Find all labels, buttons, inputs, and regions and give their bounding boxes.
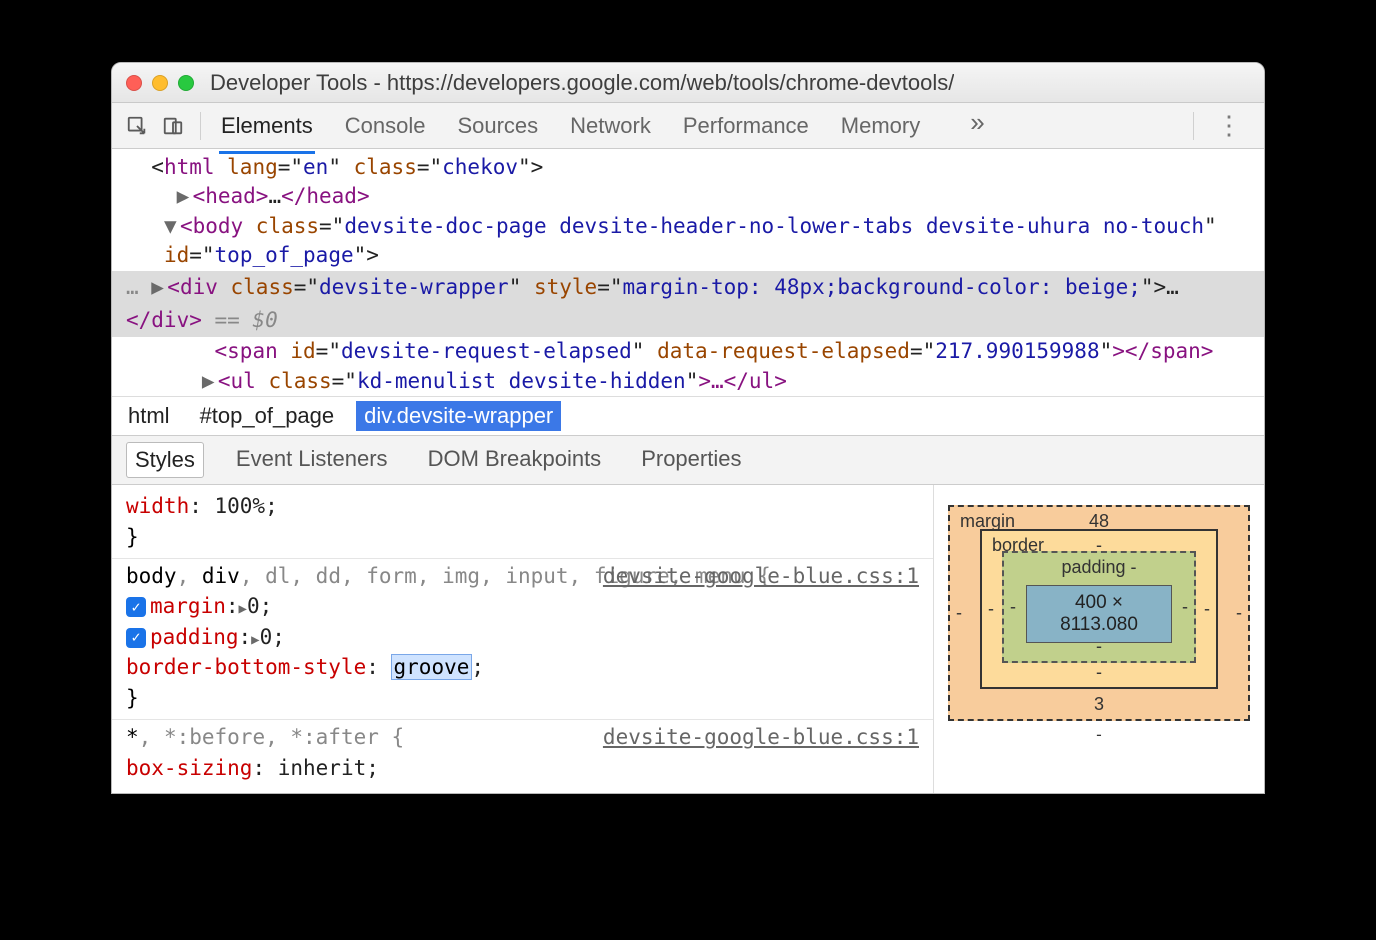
- expand-icon[interactable]: ▶: [151, 273, 167, 302]
- tab-performance[interactable]: Performance: [683, 107, 809, 145]
- devtools-window: Developer Tools - https://developers.goo…: [111, 62, 1265, 794]
- dom-node-selected[interactable]: … ▶<div class="devsite-wrapper" style="m…: [112, 271, 1264, 304]
- border-left-value[interactable]: -: [988, 599, 994, 620]
- window-title: Developer Tools - https://developers.goo…: [210, 70, 954, 96]
- sidebar-tabs: Styles Event Listeners DOM Breakpoints P…: [112, 435, 1264, 485]
- box-model-content[interactable]: 400 × 8113.080: [1026, 585, 1172, 643]
- subtab-event-listeners[interactable]: Event Listeners: [228, 442, 396, 478]
- crumb-html[interactable]: html: [120, 401, 178, 431]
- tab-network[interactable]: Network: [570, 107, 651, 145]
- source-link[interactable]: devsite-google-blue.css:1: [603, 722, 919, 752]
- border-right-value[interactable]: -: [1204, 599, 1210, 620]
- collapse-icon[interactable]: ▼: [164, 212, 180, 241]
- padding-bottom-value[interactable]: -: [1096, 636, 1102, 657]
- margin-left-value[interactable]: -: [956, 603, 962, 624]
- margin-bottom-value[interactable]: 3: [1094, 694, 1104, 715]
- border-bottom-value[interactable]: -: [1096, 662, 1102, 683]
- window-controls: [126, 75, 194, 91]
- expand-icon[interactable]: ▶: [239, 599, 247, 619]
- tab-memory[interactable]: Memory: [841, 107, 920, 145]
- style-rule[interactable]: width: 100%; }: [112, 489, 933, 559]
- styles-rules[interactable]: width: 100%; } devsite-google-blue.css:1…: [112, 485, 934, 793]
- box-model[interactable]: margin 48 - - 3 border - - - - padding -…: [934, 485, 1264, 793]
- toolbar-divider: [200, 112, 201, 140]
- panel-tabs: Elements Console Sources Network Perform…: [221, 107, 985, 145]
- minimize-icon[interactable]: [152, 75, 168, 91]
- expand-icon[interactable]: ▶: [177, 182, 193, 211]
- checkbox-icon[interactable]: ✓: [126, 597, 146, 617]
- breadcrumb: html #top_of_page div.devsite-wrapper: [112, 396, 1264, 435]
- dom-node-html[interactable]: <html lang="en" class="chekov">: [112, 153, 1264, 182]
- padding-right-value[interactable]: -: [1182, 597, 1188, 618]
- dom-tree[interactable]: <html lang="en" class="chekov"> ▶<head>……: [112, 149, 1264, 396]
- dom-node-body-cont[interactable]: id="top_of_page">: [112, 241, 1264, 270]
- style-rule[interactable]: devsite-google-blue.css:1 body, div, dl,…: [112, 559, 933, 720]
- settings-menu-icon[interactable]: ⋮: [1206, 110, 1254, 141]
- subtab-dom-breakpoints[interactable]: DOM Breakpoints: [420, 442, 610, 478]
- device-toggle-icon[interactable]: [158, 111, 188, 141]
- tabs-overflow-icon[interactable]: »: [970, 107, 984, 145]
- styles-pane: width: 100%; } devsite-google-blue.css:1…: [112, 485, 1264, 793]
- dom-node-ul[interactable]: ▶<ul class="kd-menulist devsite-hidden">…: [112, 367, 1264, 396]
- source-link[interactable]: devsite-google-blue.css:1: [603, 561, 919, 591]
- style-rule[interactable]: devsite-google-blue.css:1 *, *:before, *…: [112, 720, 933, 789]
- inspect-element-icon[interactable]: [122, 111, 152, 141]
- box-model-padding[interactable]: padding - - - - 400 × 8113.080: [1002, 551, 1196, 663]
- dom-node-span[interactable]: <span id="devsite-request-elapsed" data-…: [112, 337, 1264, 366]
- padding-label: padding -: [1061, 557, 1136, 578]
- tab-sources[interactable]: Sources: [457, 107, 538, 145]
- dom-node-body[interactable]: ▼<body class="devsite-doc-page devsite-h…: [112, 212, 1264, 241]
- tab-elements[interactable]: Elements: [221, 107, 313, 145]
- subtab-properties[interactable]: Properties: [633, 442, 749, 478]
- ellipsis-icon[interactable]: …: [126, 275, 151, 299]
- box-model-border[interactable]: border - - - - padding - - - - 400 × 811…: [980, 529, 1218, 689]
- main-toolbar: Elements Console Sources Network Perform…: [112, 103, 1264, 149]
- close-icon[interactable]: [126, 75, 142, 91]
- zoom-icon[interactable]: [178, 75, 194, 91]
- expand-icon[interactable]: ▶: [251, 630, 259, 650]
- property-value-input[interactable]: groove: [392, 655, 472, 679]
- tab-console[interactable]: Console: [345, 107, 426, 145]
- crumb-devsite-wrapper[interactable]: div.devsite-wrapper: [356, 401, 561, 431]
- expand-icon[interactable]: ▶: [202, 367, 218, 396]
- dom-node-selected-close[interactable]: </div> == $0: [112, 304, 1264, 337]
- padding-left-value[interactable]: -: [1010, 597, 1016, 618]
- subtab-styles[interactable]: Styles: [126, 442, 204, 478]
- checkbox-icon[interactable]: ✓: [126, 628, 146, 648]
- dom-node-head[interactable]: ▶<head>…</head>: [112, 182, 1264, 211]
- box-model-margin[interactable]: margin 48 - - 3 border - - - - padding -…: [948, 505, 1250, 721]
- toolbar-divider: [1193, 112, 1194, 140]
- titlebar[interactable]: Developer Tools - https://developers.goo…: [112, 63, 1264, 103]
- margin-right-value[interactable]: -: [1236, 603, 1242, 624]
- crumb-top-of-page[interactable]: #top_of_page: [192, 401, 343, 431]
- outer-bottom-value: -: [948, 725, 1250, 745]
